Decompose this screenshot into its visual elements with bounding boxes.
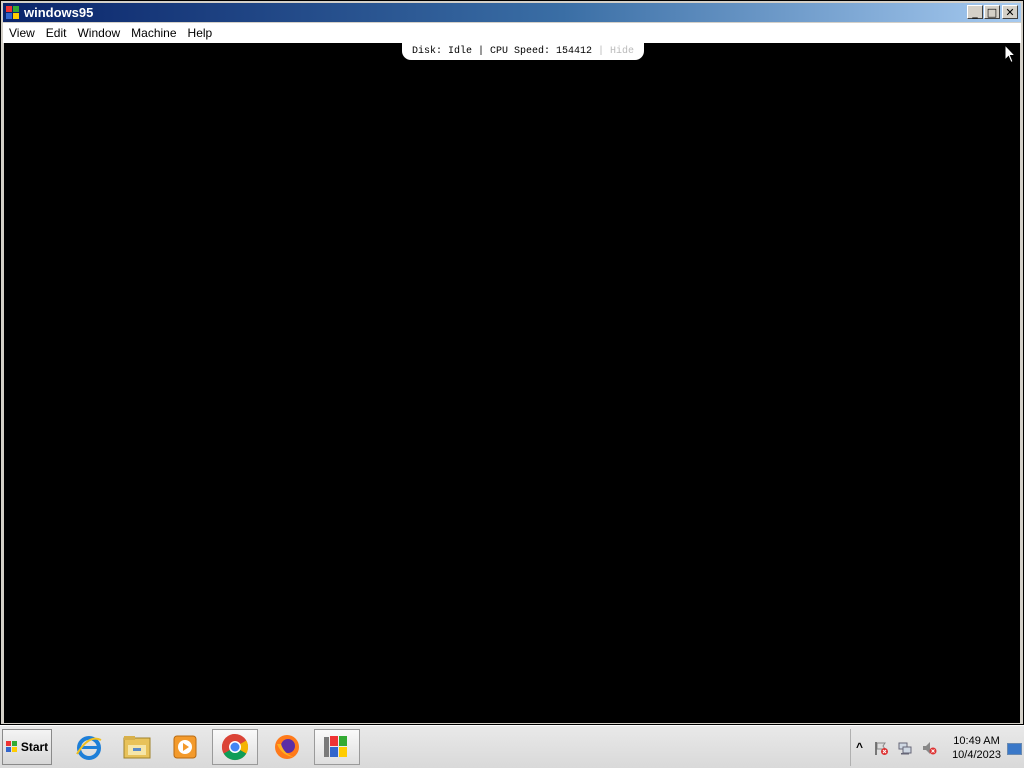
minimize-button[interactable]: _ [967,5,983,19]
show-hidden-icons-chevron-icon[interactable]: ^ [856,740,863,754]
show-desktop-button[interactable] [1007,743,1022,755]
firefox-icon[interactable] [264,729,310,765]
volume-muted-icon[interactable] [921,740,937,756]
clock-date: 10/4/2023 [952,749,1001,761]
disk-status: Disk: Idle [411,46,472,57]
taskbar: Start ^ 10:49 AM 10/4/2023 [0,725,1024,768]
mouse-cursor-icon [1004,44,1016,64]
windows-flag-icon [5,741,18,753]
windows95-app-icon[interactable] [314,729,360,765]
network-icon[interactable] [897,740,913,756]
title-bar[interactable]: windows95 _ □ ✕ [3,3,1021,22]
emulator-status-bar: Disk: Idle | CPU Speed: 154412 | Hide [402,43,644,60]
start-label: Start [20,740,49,754]
hide-status-button[interactable]: Hide [610,46,634,57]
clock-time: 10:49 AM [953,735,1000,747]
media-player-icon[interactable] [162,729,208,765]
clock[interactable]: 10:49 AM 10/4/2023 [952,734,1001,762]
system-tray: ^ 10:49 AM 10/4/2023 [850,729,1024,766]
cpu-speed-status: CPU Speed: 154412 [489,46,593,57]
menu-help[interactable]: Help [183,26,218,40]
emulator-screen[interactable] [4,43,1020,723]
app-icon [6,5,20,20]
window-title: windows95 [24,5,94,20]
close-button[interactable]: ✕ [1002,5,1018,19]
start-button[interactable]: Start [2,729,52,765]
chrome-icon[interactable] [212,729,258,765]
menu-bar: View Edit Window Machine Help [3,23,1021,43]
menu-machine[interactable]: Machine [126,26,181,40]
menu-view[interactable]: View [4,26,40,40]
menu-edit[interactable]: Edit [41,26,72,40]
internet-explorer-icon[interactable] [66,729,112,765]
action-center-flag-icon[interactable] [873,740,889,756]
maximize-button[interactable]: □ [984,5,1000,19]
file-explorer-icon[interactable] [114,729,160,765]
menu-window[interactable]: Window [72,26,125,40]
